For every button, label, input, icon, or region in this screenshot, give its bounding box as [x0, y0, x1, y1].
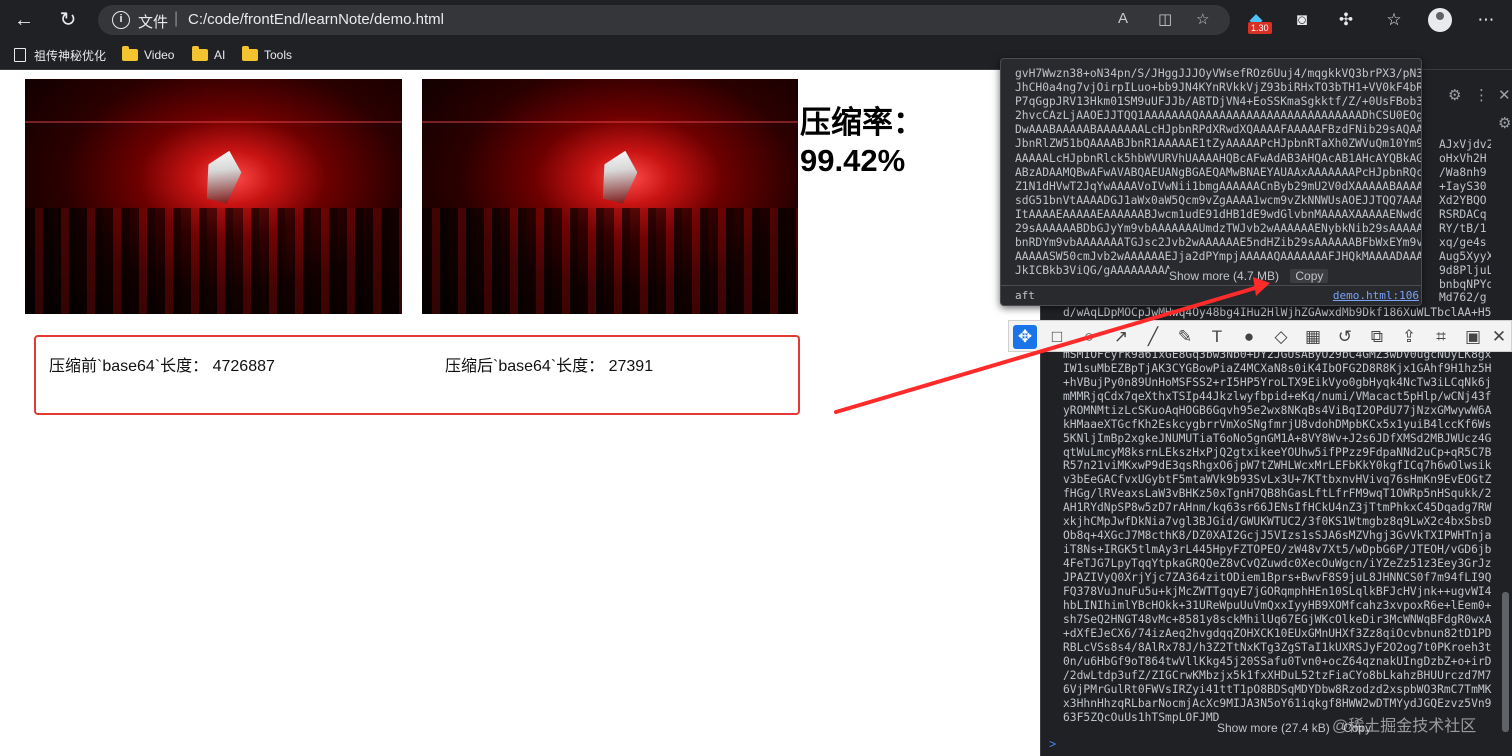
folder-icon	[242, 46, 258, 61]
copy-icon[interactable]: ⧉	[1365, 325, 1389, 349]
move-icon[interactable]: ✥	[1013, 325, 1037, 349]
extensions-puzzle-icon[interactable]: ✣	[1334, 8, 1358, 32]
text-icon[interactable]: T	[1205, 325, 1229, 349]
arrow-icon[interactable]: ↗	[1109, 325, 1133, 349]
image-detail	[422, 121, 798, 124]
close-icon[interactable]: ✕	[1487, 325, 1511, 349]
show-more-button[interactable]: Show more (27.4 kB)	[1217, 721, 1330, 735]
profile-avatar[interactable]	[1428, 8, 1452, 32]
bookmark-folder[interactable]: Tools	[242, 45, 292, 65]
image-detail	[25, 208, 402, 314]
protocol-label: 文件	[138, 14, 169, 31]
line-icon[interactable]: ╱	[1141, 325, 1165, 349]
image-detail	[25, 121, 402, 124]
more-menu-icon[interactable]: ⋯	[1474, 8, 1498, 32]
extension-badge: 1.30	[1248, 22, 1272, 34]
back-arrow-icon[interactable]: ←	[12, 8, 36, 32]
number-marker-icon[interactable]: ●	[1237, 325, 1261, 349]
before-value: 4726887	[212, 358, 275, 375]
upload-icon[interactable]: ⇪	[1397, 325, 1421, 349]
annotation-toolbar: ✥ □ ○ ↗ ╱ ✎ T ● ◇ ▦ ↺ ⧉ ⇪ ⌗ ▣ ✕	[1008, 320, 1512, 352]
address-bar[interactable]: i 文件 | C:/code/frontEnd/learnNote/demo.h…	[98, 5, 1230, 35]
source-link[interactable]: demo.html:106	[1333, 289, 1419, 302]
bookmark-folder[interactable]: AI	[192, 45, 225, 65]
popup-code: gvH7Wwzn38+oN34pn/S/JHggJJJOyVWsefROz6Uu…	[1015, 67, 1422, 278]
refresh-icon[interactable]: ↻	[56, 8, 80, 32]
console-code: d/wAqLDpMOCpJwMHwq4Oy48bg4IHu2HlWjhZGAwx…	[1063, 306, 1492, 724]
bookmark-label: 祖传神秘优化	[34, 48, 107, 63]
copy-button[interactable]: Copy	[1290, 269, 1329, 283]
console-preview-popup: gvH7Wwzn38+oN34pn/S/JHggJJJOyVWsefROz6Uu…	[1000, 58, 1422, 306]
read-aloud-icon[interactable]: A	[1118, 10, 1128, 27]
undo-icon[interactable]: ↺	[1333, 325, 1357, 349]
scrollbar-thumb[interactable]	[1502, 592, 1509, 732]
page-icon	[14, 48, 26, 62]
favorite-star-icon[interactable]: ☆	[1196, 10, 1209, 28]
watermark: @稀土掘金技术社区	[1332, 718, 1477, 735]
more-options-icon[interactable]: ⋮	[1474, 86, 1489, 104]
bookmark-folder[interactable]: Video	[122, 45, 174, 65]
result-box: 压缩前`base64`长度： 4726887 压缩后`base64`长度： 27…	[34, 335, 800, 415]
folder-icon	[192, 46, 208, 61]
pin-icon[interactable]: ⌗	[1429, 325, 1453, 349]
favorites-icon[interactable]: ☆	[1382, 8, 1406, 32]
original-image	[25, 79, 402, 314]
close-icon[interactable]: ✕	[1498, 86, 1511, 104]
info-icon[interactable]: i	[112, 11, 130, 29]
show-more-button[interactable]: Show more (4.7 MB)	[1169, 269, 1279, 283]
ellipse-icon[interactable]: ○	[1077, 325, 1101, 349]
console-code-fragment: AJxVjdv2 oHxVh2H /Wa8nh9 +IayS30 Xd2YBQO…	[1439, 138, 1491, 305]
compression-ratio: 压缩率： 99.42%	[800, 104, 924, 180]
eraser-icon[interactable]: ◇	[1269, 325, 1293, 349]
mosaic-icon[interactable]: ▦	[1301, 325, 1325, 349]
console-line: aft	[1015, 289, 1035, 302]
pen-icon[interactable]: ✎	[1173, 325, 1197, 349]
compressed-image	[422, 79, 798, 314]
after-length: 压缩后`base64`长度： 27391	[445, 352, 653, 376]
ratio-label: 压缩率：	[800, 105, 924, 140]
before-length: 压缩前`base64`长度： 4726887	[49, 352, 275, 376]
after-value: 27391	[608, 358, 654, 375]
ratio-value: 99.42%	[800, 143, 906, 178]
image-detail	[422, 208, 798, 314]
console-prompt[interactable]: >	[1049, 737, 1056, 751]
url-text[interactable]: C:/code/frontEnd/learnNote/demo.html	[188, 11, 444, 28]
divider	[1001, 285, 1421, 286]
settings-gear-icon[interactable]: ⚙	[1498, 114, 1511, 132]
page-content: 压缩率： 99.42% 压缩前`base64`长度： 4726887 压缩后`b…	[0, 70, 1040, 756]
after-label: 压缩后`base64`长度：	[445, 358, 605, 375]
folder-icon	[122, 46, 138, 61]
popup-show-more-bar: Show more (4.7 MB) Copy	[1167, 269, 1329, 285]
address-separator: |	[174, 10, 179, 27]
settings-gear-icon[interactable]: ⚙	[1448, 86, 1461, 104]
bookmark-label: AI	[214, 48, 226, 62]
browser-toolbar: ← ↻ i 文件 | C:/code/frontEnd/learnNote/de…	[0, 0, 1512, 40]
before-label: 压缩前`base64`长度：	[49, 358, 209, 375]
extension-mask-icon[interactable]: ◙	[1290, 8, 1314, 32]
bookmark-label: Tools	[264, 48, 293, 62]
bookmark-label: Video	[144, 48, 175, 62]
save-icon[interactable]: ▣	[1461, 325, 1485, 349]
logo-shape	[597, 146, 643, 205]
split-screen-icon[interactable]: ◫	[1158, 10, 1172, 28]
bookmark-item[interactable]: 祖传神秘优化	[14, 45, 106, 65]
rectangle-icon[interactable]: □	[1045, 325, 1069, 349]
logo-shape	[200, 146, 246, 205]
